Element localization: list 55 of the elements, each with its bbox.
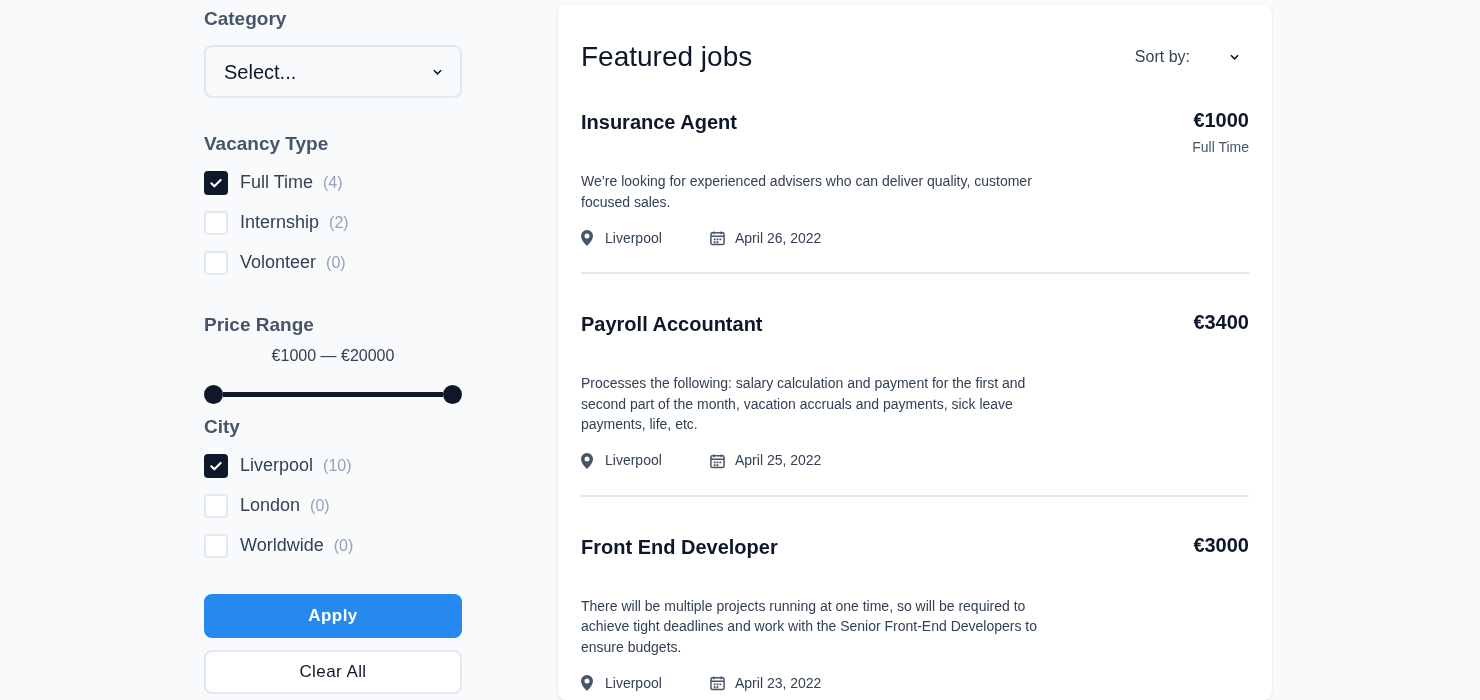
slider-thumb[interactable]	[204, 385, 223, 404]
checkbox[interactable]	[204, 533, 228, 558]
job-salary: €3400	[1193, 310, 1249, 335]
location-pin-icon	[581, 452, 593, 469]
job-title[interactable]: Payroll Accountant	[581, 307, 763, 373]
panel-title: Featured jobs	[581, 40, 753, 74]
option-label[interactable]: Liverpool	[240, 452, 314, 479]
option-label[interactable]: Full Time	[240, 169, 313, 196]
option-count: (0)	[333, 535, 354, 556]
option-label[interactable]: London	[240, 492, 301, 519]
apply-button[interactable]: Apply	[204, 593, 462, 638]
section-heading: Vacancy Type	[204, 132, 330, 156]
job-location: Liverpool	[605, 673, 663, 693]
price-range-reading: €1000 — €20000	[270, 346, 396, 366]
section-heading: Category	[204, 7, 288, 31]
option-count: (0)	[310, 495, 330, 516]
section-heading: City	[204, 415, 241, 439]
location-pin-icon	[581, 230, 593, 246]
calendar-icon	[710, 675, 725, 691]
job-date: April 26, 2022	[735, 228, 822, 248]
option-label[interactable]: Volonteer	[240, 249, 317, 276]
option-count: (2)	[329, 212, 349, 233]
category-select[interactable]: Select...	[204, 45, 462, 98]
section-heading: Price Range	[204, 312, 315, 337]
location-pin-icon	[581, 675, 593, 691]
chevron-down-icon	[433, 68, 442, 75]
calendar-icon	[710, 452, 725, 469]
clear-all-button[interactable]: Clear All	[204, 649, 462, 694]
sort-dropdown[interactable]: Sort by:	[1134, 45, 1249, 69]
job-date: April 23, 2022	[735, 673, 822, 693]
checkbox[interactable]	[204, 453, 228, 478]
option-count: (10)	[323, 455, 352, 476]
range-slider[interactable]	[204, 385, 462, 404]
checkbox[interactable]	[204, 170, 228, 195]
job-date: April 25, 2022	[735, 451, 822, 470]
option-label[interactable]: Internship	[240, 209, 320, 236]
job-title[interactable]: Front End Developer	[581, 529, 778, 596]
checkbox[interactable]	[204, 210, 228, 235]
chevron-down-icon	[1230, 54, 1239, 60]
calendar-icon	[710, 230, 725, 246]
job-type: Full Time	[1192, 138, 1249, 157]
job-description: There will be multiple projects running at one time, so will be required to achieve tight deadlines and work with the Senior Front-End Developers to ensure budgets.	[581, 596, 1039, 657]
option-count: (0)	[326, 252, 346, 273]
job-title[interactable]: Insurance Agent	[581, 105, 737, 171]
slider-thumb[interactable]	[443, 385, 462, 404]
option-count: (4)	[323, 172, 343, 193]
job-location: Liverpool	[605, 228, 663, 248]
checkbox[interactable]	[204, 250, 228, 275]
checkbox[interactable]	[204, 493, 228, 518]
job-description: We’re looking for experienced advisers who can deliver quality, customer focused sales.	[581, 172, 1033, 212]
job-location: Liverpool	[605, 451, 663, 470]
job-description: Processes the following: salary calculation and payment for the first and second part of the month, vacation accruals and payments, sick leave payments, life, etc.	[581, 374, 1027, 434]
job-salary: €3000	[1193, 532, 1249, 558]
job-salary: €1000	[1193, 108, 1249, 133]
option-label[interactable]: Worldwide	[240, 532, 324, 559]
